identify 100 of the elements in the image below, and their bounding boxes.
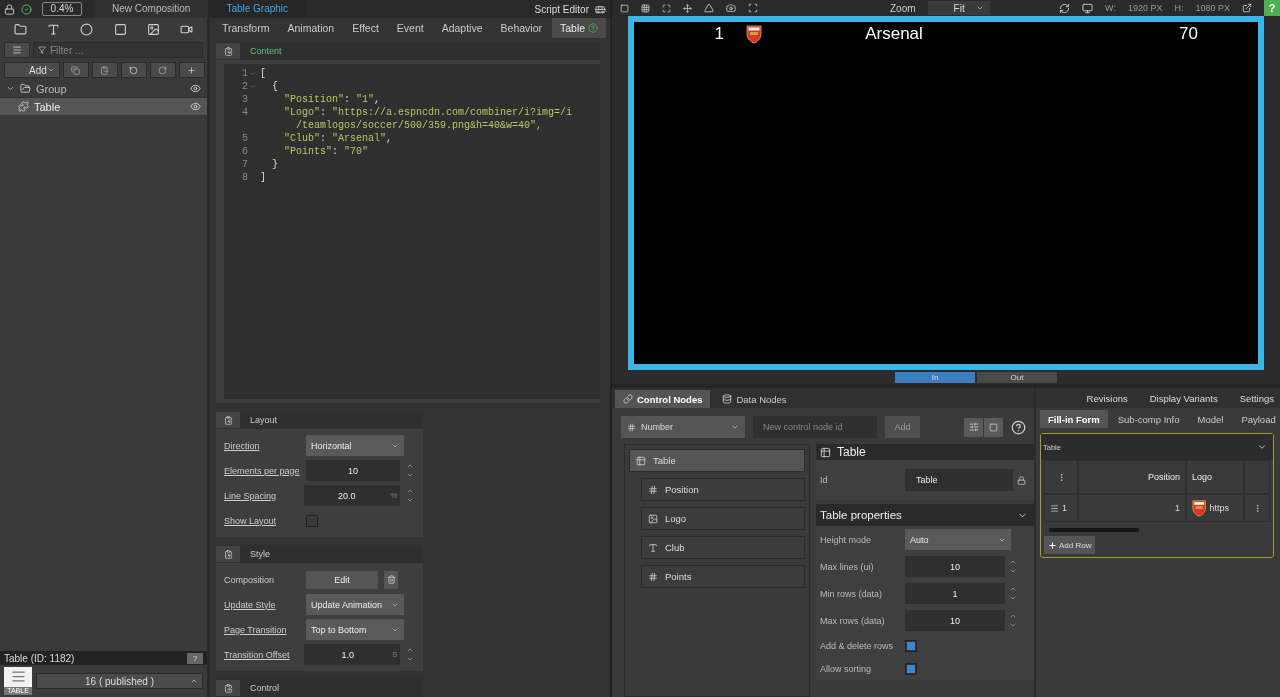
node-id-field[interactable]: New control node id xyxy=(753,416,877,438)
circle-icon[interactable] xyxy=(80,22,94,36)
breadcrumb[interactable]: Table Graphic xyxy=(208,0,307,18)
camera-icon[interactable] xyxy=(726,3,736,13)
panel-link[interactable]: Revisions xyxy=(1086,392,1128,404)
form-tab[interactable]: Payload xyxy=(1233,410,1280,428)
header-cell: Position xyxy=(1078,460,1186,494)
drag-handle-icon[interactable] xyxy=(1050,503,1059,513)
square-button[interactable] xyxy=(984,417,1003,437)
checkbox[interactable] xyxy=(905,662,917,675)
monitor-icon[interactable] xyxy=(1082,2,1094,14)
number-field[interactable]: 10 xyxy=(905,556,1005,577)
node-item[interactable]: Position xyxy=(641,478,805,501)
paste-button[interactable] xyxy=(216,546,240,562)
edit-button[interactable]: Edit xyxy=(306,570,378,589)
number-field[interactable]: 20.0 % xyxy=(303,485,401,506)
external-link-icon[interactable] xyxy=(1242,3,1252,13)
panel-link[interactable]: Display Variants xyxy=(1149,392,1218,404)
nodes-tab[interactable]: Control Nodes xyxy=(615,390,711,408)
select-field[interactable]: Auto xyxy=(905,529,1011,550)
undo-button[interactable] xyxy=(120,62,147,78)
filter-field[interactable]: Filter ... xyxy=(33,42,203,58)
form-tab[interactable]: Model xyxy=(1189,410,1232,428)
spinner[interactable] xyxy=(406,487,415,504)
visibility-icon[interactable] xyxy=(190,101,201,112)
menu-button[interactable] xyxy=(4,42,30,58)
number-field[interactable]: 10 xyxy=(905,610,1005,631)
node-item[interactable]: Points xyxy=(641,565,805,588)
grid-icon[interactable] xyxy=(641,3,650,13)
id-field[interactable]: Table xyxy=(905,469,1013,491)
paste-button[interactable] xyxy=(91,62,118,78)
add-dropdown[interactable]: Add xyxy=(4,62,60,78)
clipboard-icon xyxy=(223,549,233,559)
editor-tab[interactable]: Adaptive xyxy=(433,18,491,38)
visibility-icon[interactable] xyxy=(190,83,201,94)
add-button[interactable] xyxy=(178,62,205,78)
panel-title: Control xyxy=(250,683,279,693)
collapse-icon[interactable] xyxy=(1257,442,1267,452)
spinner[interactable] xyxy=(406,646,415,663)
move-icon[interactable] xyxy=(683,3,692,13)
script-editor-link[interactable]: Script Editor xyxy=(523,3,589,15)
text-tool-icon[interactable] xyxy=(47,22,61,36)
spinner[interactable] xyxy=(1009,558,1018,575)
node-item[interactable]: Logo xyxy=(641,507,805,530)
zoom-select[interactable]: Fit xyxy=(927,1,990,15)
hash-icon xyxy=(627,422,636,432)
type-select[interactable]: Number xyxy=(621,416,745,438)
phase-tab[interactable]: Out xyxy=(977,372,1057,383)
editor-tab[interactable]: Animation xyxy=(279,18,343,38)
help-button[interactable]: ? xyxy=(187,652,203,664)
section-header[interactable]: Table properties xyxy=(816,504,1034,526)
add-row-button[interactable]: Add Row xyxy=(1044,536,1096,554)
folder-icon[interactable] xyxy=(14,22,27,36)
image-icon[interactable] xyxy=(146,22,160,36)
filter-icon xyxy=(38,46,46,54)
select-field[interactable]: Horizontal xyxy=(306,435,404,456)
rotate-icon[interactable] xyxy=(1059,2,1071,14)
checkbox[interactable] xyxy=(306,514,318,527)
editor-tab[interactable]: Table xyxy=(552,18,607,38)
clipboard-icon xyxy=(223,415,233,425)
redo-button[interactable] xyxy=(149,62,176,78)
number-field[interactable]: 1 xyxy=(905,583,1005,604)
scrollbar[interactable] xyxy=(1049,528,1139,532)
version-select[interactable]: 16 ( published ) xyxy=(36,673,203,689)
paste-button[interactable] xyxy=(216,680,240,696)
node-item[interactable]: Table xyxy=(629,449,805,472)
triangle-icon[interactable] xyxy=(704,3,714,13)
sliders-button[interactable] xyxy=(964,417,983,437)
delete-button[interactable] xyxy=(384,570,398,589)
editor-tab[interactable]: Behavior xyxy=(492,18,550,38)
editor-tab[interactable]: Effect xyxy=(344,18,387,38)
form-tab[interactable]: Sub-comp Info xyxy=(1109,410,1188,428)
form-tab[interactable]: Fill-in Form xyxy=(1040,410,1108,428)
copy-button[interactable] xyxy=(62,62,89,78)
field-label: Id xyxy=(820,475,829,485)
code-line: "Club": "Arsenal", xyxy=(283,132,393,145)
square-icon[interactable] xyxy=(620,3,629,13)
image-icon xyxy=(648,513,658,524)
spinner[interactable] xyxy=(406,462,415,479)
layer-item[interactable]: Table xyxy=(0,98,207,116)
editor-tab[interactable]: Transform xyxy=(214,18,278,38)
spinner[interactable] xyxy=(1009,585,1018,602)
help-icon[interactable] xyxy=(1011,419,1026,435)
square-icon[interactable] xyxy=(113,22,127,36)
spinner[interactable] xyxy=(1009,612,1018,629)
select-field[interactable]: Update Animation xyxy=(306,594,404,615)
paste-button[interactable] xyxy=(216,43,240,59)
editor-tab[interactable]: Event xyxy=(388,18,432,38)
field-label: Elements per page xyxy=(224,465,300,476)
number-field[interactable]: 10 xyxy=(305,460,401,481)
fullscreen-icon[interactable] xyxy=(662,3,671,13)
bus-icon[interactable] xyxy=(595,3,606,15)
number-field[interactable]: 1.0 S xyxy=(303,644,401,665)
select-field[interactable]: Top to Bottom xyxy=(306,619,404,640)
nodes-tab[interactable]: Data Nodes xyxy=(714,390,795,408)
panel-link[interactable]: Settings xyxy=(1239,392,1274,404)
node-item[interactable]: Club xyxy=(641,536,805,559)
checkbox[interactable] xyxy=(905,639,917,652)
paste-button[interactable] xyxy=(216,412,240,428)
breadcrumb[interactable]: New Composition xyxy=(94,0,209,18)
